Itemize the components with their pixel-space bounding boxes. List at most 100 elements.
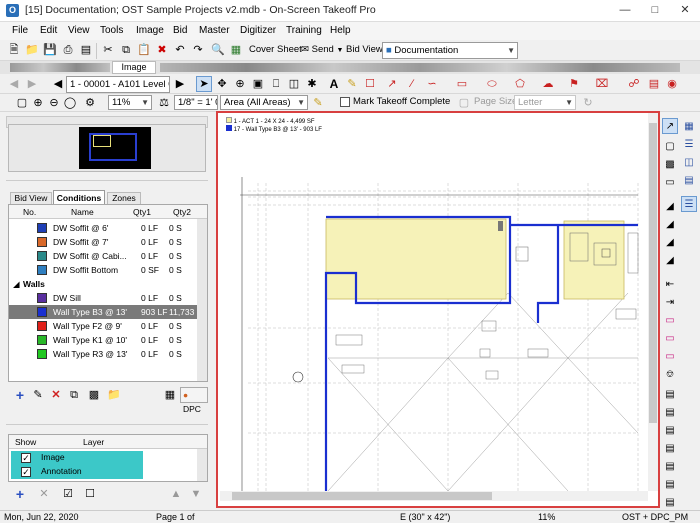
delete-condition-icon[interactable]: ✕ (48, 387, 64, 403)
layer-row-image[interactable]: ✓ Image (11, 451, 143, 465)
back-icon[interactable]: ◀ (6, 76, 22, 92)
condition-color-swatch[interactable] (37, 265, 47, 275)
menu-view[interactable]: View (68, 25, 90, 36)
add-condition-icon[interactable]: + (12, 387, 28, 403)
show-all-layers-icon[interactable]: ☑ (60, 486, 76, 502)
pan-icon[interactable]: ✥ (214, 76, 230, 92)
menu-training[interactable]: Training (286, 25, 322, 36)
close-button[interactable]: ✕ (670, 0, 700, 22)
menu-image[interactable]: Image (136, 25, 164, 36)
page-size-dropdown[interactable]: Letter ▼ (514, 95, 576, 110)
cut-icon[interactable]: ✂ (100, 42, 116, 58)
previous-page-icon[interactable]: ◀ (50, 76, 66, 92)
slope-icon[interactable]: ◢ (662, 198, 678, 214)
count-takeoff-icon[interactable]: ▩ (662, 156, 678, 172)
slope-2-icon[interactable]: ◢ (662, 216, 678, 232)
polyline-annotation-icon[interactable]: ∽ (424, 76, 440, 92)
drawing-canvas[interactable]: 1 - ACT 1 - 24 X 24 - 4,499 SF 17 - Wall… (216, 111, 660, 508)
hide-icon[interactable]: ⎊ (662, 366, 678, 382)
list-view-icon[interactable]: ☰ (681, 136, 697, 152)
condition-group-walls[interactable]: ◢ Walls (9, 277, 207, 291)
layer-tool-6-icon[interactable]: ▤ (662, 476, 678, 492)
scale-dropdown[interactable]: 1/8" = 1' 0" (174, 95, 218, 110)
new-icon[interactable]: 🗎 (6, 42, 22, 58)
align-right-icon[interactable]: ⇥ (662, 294, 678, 310)
rotate-icon[interactable]: ↻ (580, 95, 596, 111)
properties-icon[interactable]: ☰ (681, 196, 697, 212)
segment-icon[interactable]: ▭ (662, 312, 678, 328)
grid-view-icon[interactable]: ▦ (681, 118, 697, 134)
zoom-in-small-icon[interactable]: ⊕ (30, 95, 46, 111)
condition-color-swatch[interactable] (37, 293, 47, 303)
copy-icon[interactable]: ⧉ (118, 42, 134, 58)
zoom-fit-icon[interactable]: ⎕ (268, 76, 284, 92)
hide-all-layers-icon[interactable]: ☐ (82, 486, 98, 502)
condition-row[interactable]: Wall Type F2 @ 9' 0 LF 0 S (9, 319, 207, 333)
stamp-icon[interactable]: ☐ (362, 76, 378, 92)
note-annotation-icon[interactable]: ▤ (646, 76, 662, 92)
condition-row[interactable]: Wall Type R3 @ 13' 0 LF 0 S (9, 347, 207, 361)
menu-bid[interactable]: Bid (173, 25, 187, 36)
redo-icon[interactable]: ↷ (190, 42, 206, 58)
condition-color-swatch[interactable] (37, 237, 47, 247)
maximize-button[interactable]: □ (640, 0, 670, 22)
minimize-button[interactable]: — (610, 0, 640, 22)
menu-edit[interactable]: Edit (40, 25, 57, 36)
add-layer-icon[interactable]: + (12, 486, 28, 502)
zoom-in-icon[interactable]: ⊕ (232, 76, 248, 92)
zoom-options-icon[interactable]: ⚙ (82, 95, 98, 111)
column-qty2[interactable]: Qty2 (173, 205, 191, 219)
print-icon[interactable]: ⎙ (60, 42, 76, 58)
condition-color-swatch[interactable] (37, 321, 47, 331)
layers-scrollbar[interactable] (197, 449, 207, 481)
tab-thumbnails-left[interactable] (10, 63, 110, 72)
column-no[interactable]: No. (23, 205, 36, 219)
print-preview-icon[interactable]: ▤ (78, 42, 94, 58)
dpc-button[interactable]: ● DPC (180, 387, 208, 414)
layer-tool-2-icon[interactable]: ▤ (662, 404, 678, 420)
zoom-dropdown[interactable]: 11% ▼ (108, 95, 152, 110)
condition-color-swatch[interactable] (37, 349, 47, 359)
send-button[interactable]: ✉ Send ▼ (298, 42, 346, 59)
zoom-window-icon[interactable]: ▣ (250, 76, 266, 92)
condition-row[interactable]: DW Soffit Bottom 0 SF 0 S (9, 263, 207, 277)
delete-layer-icon[interactable]: ✕ (36, 486, 52, 502)
layer-image-checkbox[interactable]: ✓ (21, 453, 31, 463)
zoom-out-small-icon[interactable]: ⊖ (46, 95, 62, 111)
menu-digitizer[interactable]: Digitizer (240, 25, 276, 36)
menu-master[interactable]: Master (199, 25, 230, 36)
forward-icon[interactable]: ▶ (24, 76, 40, 92)
layer-row-annotation[interactable]: ✓ Annotation (11, 465, 143, 479)
cover-sheet-button[interactable]: Cover Sheet (246, 42, 305, 59)
condition-styles-icon[interactable]: ▩ (86, 387, 102, 403)
page-fit-icon[interactable]: ▢ (14, 95, 30, 111)
layer-down-icon[interactable]: ▼ (188, 486, 204, 502)
audio-annotation-icon[interactable]: ◉ (664, 76, 680, 92)
tab-zones[interactable]: Zones (107, 192, 141, 204)
linear-takeoff-icon[interactable]: ↗ (662, 118, 678, 134)
area-tool-icon[interactable]: ✎ (310, 95, 326, 111)
slope-3-icon[interactable]: ◢ (662, 234, 678, 250)
menu-help[interactable]: Help (330, 25, 351, 36)
area-dropdown[interactable]: Area (All Areas) ▼ (220, 95, 308, 110)
condition-row[interactable]: Wall Type B3 @ 13' 903 LF 11,733 S (9, 305, 207, 319)
page-select-dropdown[interactable]: 1 - 00001 - A101 Level 0 (66, 76, 170, 93)
condition-row[interactable]: DW Soffit @ 7' 0 LF 0 S (9, 235, 207, 249)
open-folder-icon[interactable]: 📁 (24, 42, 40, 58)
layer-tool-icon[interactable]: ▤ (662, 386, 678, 402)
cut-out-icon[interactable]: ▭ (662, 330, 678, 346)
mark-complete-checkbox[interactable] (340, 97, 350, 107)
zoom-width-icon[interactable]: ◫ (286, 76, 302, 92)
report-icon[interactable]: ▦ (228, 42, 244, 58)
scale-icon[interactable]: ⚖ (156, 95, 172, 111)
layer-tool-4-icon[interactable]: ▤ (662, 440, 678, 456)
rectangle-takeoff-icon[interactable]: ▭ (662, 174, 678, 190)
cloud-annotation-icon[interactable]: ☁ (540, 76, 556, 92)
tab-thumbnails-right[interactable] (160, 63, 680, 72)
vertical-scroll-thumb[interactable] (649, 123, 657, 423)
tab-conditions[interactable]: Conditions (53, 190, 105, 204)
condition-color-swatch[interactable] (37, 335, 47, 345)
delete-icon[interactable]: ✖ (154, 42, 170, 58)
condition-row[interactable]: DW Sill 0 LF 0 S (9, 291, 207, 305)
measure-annotation-icon[interactable]: ⌧ (594, 76, 610, 92)
